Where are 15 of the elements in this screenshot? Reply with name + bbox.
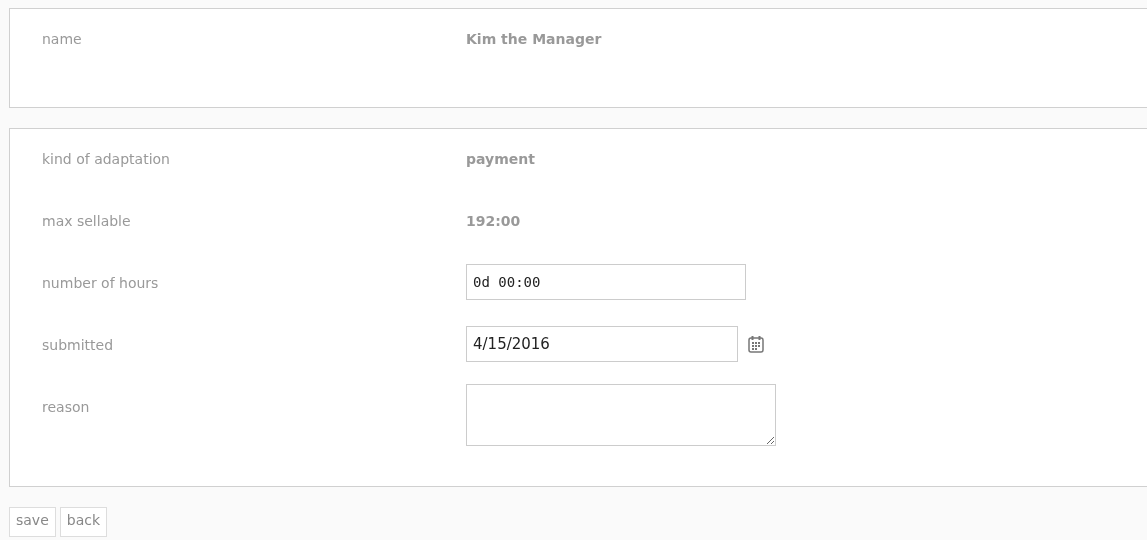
- save-button[interactable]: save: [9, 507, 56, 537]
- field-value: 192:00: [466, 212, 522, 229]
- reason-field[interactable]: [466, 384, 776, 446]
- field-label: max sellable: [42, 212, 132, 229]
- back-button[interactable]: back: [59, 507, 108, 537]
- input-field[interactable]: 0d 00:00: [466, 264, 746, 300]
- calendar-icon[interactable]: [748, 335, 764, 353]
- field-label: submitted: [42, 336, 115, 353]
- date-field[interactable]: 4/15/2016: [466, 326, 738, 362]
- field-label: name: [42, 30, 83, 47]
- field-label: kind of adaptation: [42, 150, 171, 167]
- field-label: number of hours: [42, 274, 160, 291]
- field-label: reason: [42, 398, 91, 415]
- field-value: Kim the Manager: [466, 30, 603, 47]
- field-value: payment: [466, 150, 536, 167]
